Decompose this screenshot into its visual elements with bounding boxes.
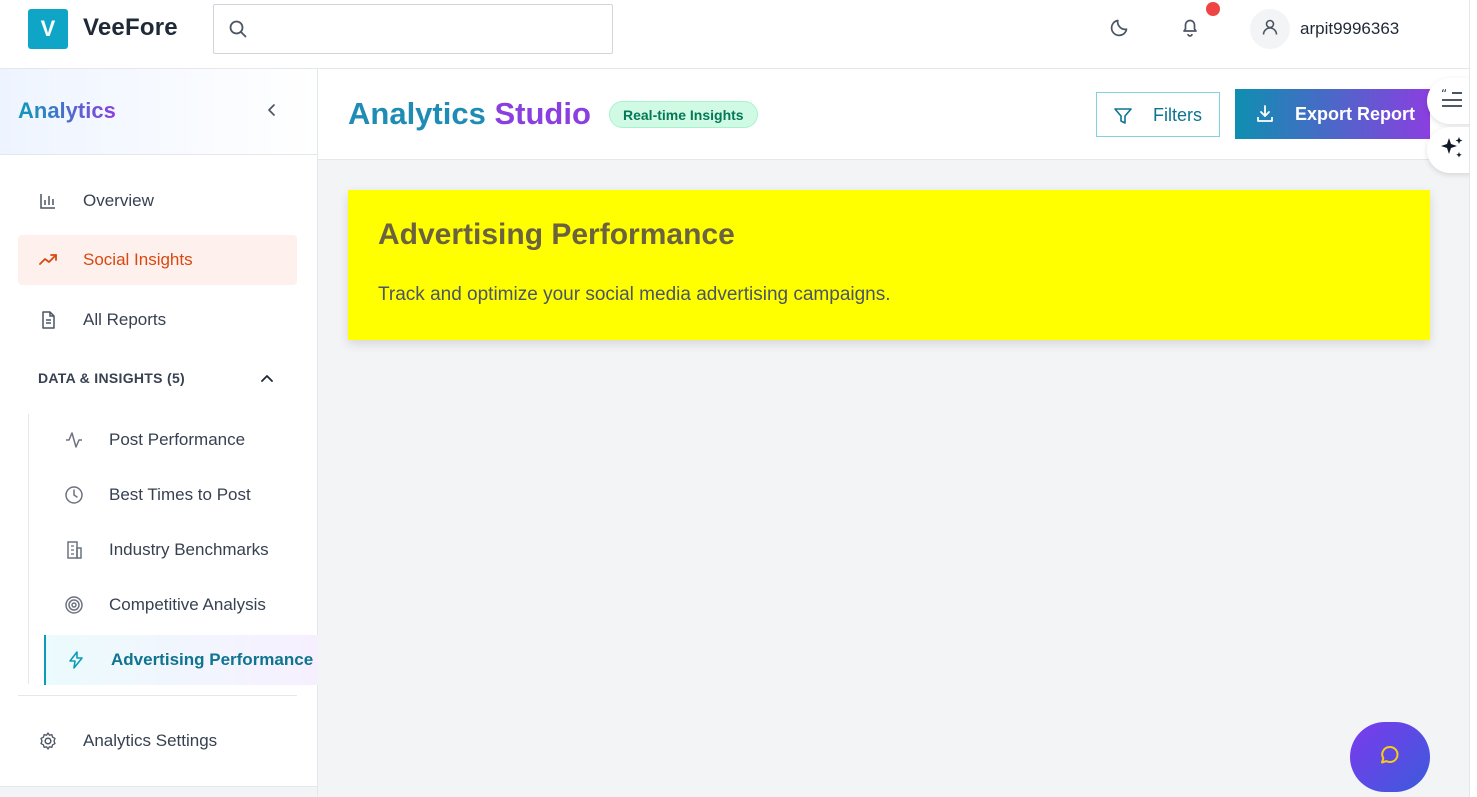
document-icon	[38, 310, 58, 330]
sidebar-item-label: Social Insights	[83, 250, 193, 269]
sidebar-item-social-insights[interactable]: Social Insights	[18, 235, 297, 285]
filter-icon	[1113, 106, 1133, 131]
chevron-up-icon	[258, 375, 276, 392]
sidebar-subitem-label: Industry Benchmarks	[109, 540, 269, 559]
sidebar-collapse-button[interactable]	[262, 101, 282, 123]
sidebar-header: Analytics	[0, 69, 317, 155]
sidebar-item-all-reports[interactable]: All Reports	[18, 295, 297, 345]
page-title-part1: Analytics	[348, 96, 486, 131]
page-title: Analytics Studio	[348, 96, 591, 132]
avatar[interactable]	[1250, 9, 1290, 49]
sidebar-subitem-label: Advertising Performance	[111, 650, 314, 669]
gear-icon	[38, 731, 58, 751]
sidebar-item-label: Analytics Settings	[83, 731, 218, 750]
sidebar-item-label: All Reports	[83, 310, 167, 329]
quote-list-icon: “	[1440, 87, 1464, 115]
export-report-label: Export Report	[1295, 104, 1416, 124]
svg-text:“: “	[1441, 88, 1447, 101]
clock-icon	[64, 485, 84, 505]
page-title-part2: Studio	[494, 96, 591, 131]
scrollbar-track[interactable]	[1469, 0, 1477, 797]
sidebar-footer	[0, 786, 317, 797]
sidebar-item-overview[interactable]: Overview	[18, 176, 297, 226]
building-icon	[64, 540, 84, 560]
app-name: VeeFore	[83, 14, 178, 41]
sidebar-subitem-label: Competitive Analysis	[109, 595, 266, 614]
main-content: Advertising Performance Track and optimi…	[318, 160, 1469, 797]
top-bar: V VeeFore arpit9996363	[0, 0, 1477, 69]
filters-button[interactable]: Filters	[1096, 92, 1220, 137]
trending-up-icon	[38, 250, 58, 270]
sidebar-subitem-advertising-performance[interactable]: Advertising Performance	[44, 635, 318, 685]
user-icon	[1260, 17, 1280, 42]
search-box[interactable]	[213, 4, 613, 54]
hero-title: Advertising Performance	[378, 218, 735, 251]
notifications-button[interactable]	[1177, 16, 1203, 42]
activity-icon	[64, 430, 84, 450]
chevron-left-icon	[266, 102, 278, 123]
sidebar-item-analytics-settings[interactable]: Analytics Settings	[18, 716, 297, 766]
notification-dot	[1206, 2, 1220, 16]
sidebar-subitem-label: Post Performance	[109, 430, 246, 449]
sidebar-subitem-best-times[interactable]: Best Times to Post	[44, 470, 318, 520]
sidebar-item-label: Overview	[83, 191, 154, 210]
sidebar-subitem-post-performance[interactable]: Post Performance	[44, 415, 318, 465]
lightning-icon	[66, 650, 86, 670]
sidebar: Analytics Overview Social Insights All R…	[0, 69, 318, 797]
logo-letter: V	[40, 16, 56, 41]
export-report-button[interactable]: Export Report	[1235, 89, 1430, 139]
page-header: Analytics Studio Real-time Insights Filt…	[318, 69, 1469, 160]
chat-bubble-icon	[1378, 743, 1402, 772]
filters-label: Filters	[1153, 105, 1202, 125]
search-icon	[228, 19, 248, 44]
section-header-data-insights[interactable]: DATA & INSIGHTS (5)	[38, 370, 185, 386]
sidebar-divider	[18, 695, 297, 696]
hero-card: Advertising Performance Track and optimi…	[348, 190, 1430, 340]
username[interactable]: arpit9996363	[1300, 19, 1399, 39]
search-input[interactable]	[258, 5, 598, 53]
dark-mode-toggle[interactable]	[1107, 16, 1133, 42]
sidebar-subitem-industry-benchmarks[interactable]: Industry Benchmarks	[44, 525, 318, 575]
sidebar-subitem-competitive-analysis[interactable]: Competitive Analysis	[44, 580, 318, 630]
section-collapse-toggle[interactable]	[258, 370, 276, 388]
target-icon	[64, 595, 84, 615]
bar-chart-icon	[38, 191, 58, 211]
sidebar-subitem-label: Best Times to Post	[109, 485, 251, 504]
sparkle-icon	[1439, 135, 1465, 166]
submenu-rail	[28, 414, 29, 684]
hero-subtitle: Track and optimize your social media adv…	[378, 284, 891, 305]
status-badge: Real-time Insights	[609, 101, 758, 128]
chat-fab-button[interactable]	[1350, 722, 1430, 792]
download-icon	[1255, 104, 1275, 129]
bell-icon	[1179, 16, 1201, 43]
app-logo[interactable]: V	[28, 9, 68, 49]
moon-icon	[1109, 16, 1131, 43]
sidebar-title: Analytics	[18, 98, 116, 123]
